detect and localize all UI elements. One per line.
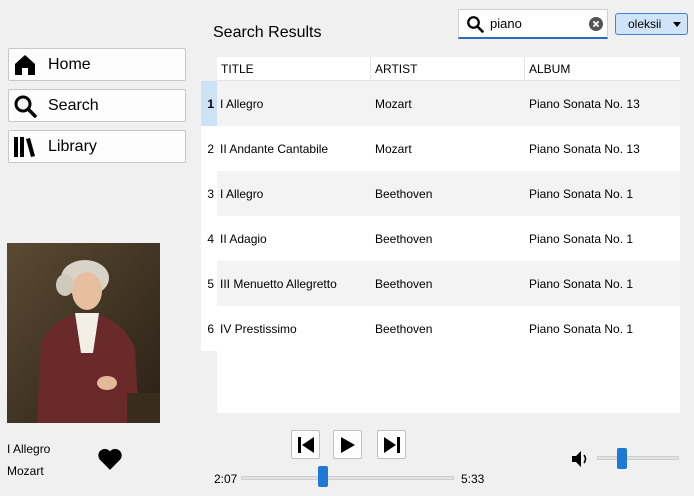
play-button[interactable] xyxy=(333,430,362,459)
row-number: 4 xyxy=(207,231,214,246)
nav-search-label: Search xyxy=(48,96,99,114)
search-icon xyxy=(12,93,38,119)
search-icon xyxy=(464,13,486,35)
row-number: 6 xyxy=(207,321,214,336)
skip-next-icon xyxy=(383,436,400,453)
previous-button[interactable] xyxy=(291,430,320,459)
cell-album: Piano Sonata No. 1 xyxy=(529,321,634,336)
nav-home-button[interactable]: Home xyxy=(8,48,186,81)
nav-home-label: Home xyxy=(48,55,91,73)
cell-title: III Menuetto Allegretto xyxy=(220,276,337,291)
cell-title: II Adagio xyxy=(220,231,267,246)
seek-handle[interactable] xyxy=(318,466,329,487)
row-number: 5 xyxy=(207,276,214,291)
nav-library-button[interactable]: Library xyxy=(8,130,186,163)
row-number: 1 xyxy=(201,81,217,126)
table-header: TITLE ARTIST ALBUM xyxy=(217,57,680,81)
cell-artist: Beethoven xyxy=(375,231,433,246)
table-row[interactable]: I Allegro Beethoven Piano Sonata No. 1 xyxy=(217,171,680,216)
volume-slider[interactable] xyxy=(597,456,679,460)
clear-search-icon[interactable] xyxy=(588,16,604,32)
next-button[interactable] xyxy=(377,430,406,459)
library-icon xyxy=(12,134,38,160)
volume-icon[interactable] xyxy=(571,450,591,468)
table-row[interactable]: III Menuetto Allegretto Beethoven Piano … xyxy=(217,261,680,306)
cell-album: Piano Sonata No. 1 xyxy=(529,276,634,291)
cell-album: Piano Sonata No. 1 xyxy=(529,186,634,201)
chevron-down-icon xyxy=(673,22,681,27)
skip-previous-icon xyxy=(297,436,314,453)
home-icon xyxy=(12,52,38,78)
cell-title: I Allegro xyxy=(220,96,264,111)
seek-slider[interactable] xyxy=(241,476,454,480)
row-number: 3 xyxy=(207,186,214,201)
results-table: TITLE ARTIST ALBUM 1 I Allegro Mozart Pi… xyxy=(201,57,680,413)
play-icon xyxy=(340,436,355,453)
total-time: 5:33 xyxy=(461,472,485,486)
column-header-artist[interactable]: ARTIST xyxy=(371,57,525,80)
user-name: oleksii xyxy=(628,17,662,31)
cell-artist: Mozart xyxy=(375,96,412,111)
cell-album: Piano Sonata No. 1 xyxy=(529,231,634,246)
cell-artist: Beethoven xyxy=(375,321,433,336)
user-dropdown[interactable]: oleksii xyxy=(615,13,688,35)
table-row[interactable]: II Andante Cantabile Mozart Piano Sonata… xyxy=(217,126,680,171)
row-number: 2 xyxy=(207,141,214,156)
nav-library-label: Library xyxy=(48,137,97,155)
cell-title: II Andante Cantabile xyxy=(220,141,329,156)
cell-title: I Allegro xyxy=(220,186,264,201)
volume-handle[interactable] xyxy=(617,448,628,469)
nav-search-button[interactable]: Search xyxy=(8,89,186,122)
search-input[interactable] xyxy=(490,16,584,31)
column-header-album[interactable]: ALBUM xyxy=(525,57,680,80)
now-playing-artist: Mozart xyxy=(7,464,44,478)
cell-album: Piano Sonata No. 13 xyxy=(529,96,640,111)
column-header-title[interactable]: TITLE xyxy=(217,57,371,80)
cell-artist: Beethoven xyxy=(375,186,433,201)
current-time: 2:07 xyxy=(214,472,238,486)
table-row[interactable]: I Allegro Mozart Piano Sonata No. 13 xyxy=(217,81,680,126)
now-playing-title: I Allegro xyxy=(7,442,51,456)
search-box[interactable] xyxy=(458,9,608,39)
page-title: Search Results xyxy=(213,24,322,41)
cell-title: IV Prestissimo xyxy=(220,321,297,336)
cell-artist: Beethoven xyxy=(375,276,433,291)
favorite-button[interactable] xyxy=(97,446,123,472)
cell-album: Piano Sonata No. 13 xyxy=(529,141,640,156)
heart-icon xyxy=(98,448,122,470)
cell-artist: Mozart xyxy=(375,141,412,156)
table-row[interactable]: IV Prestissimo Beethoven Piano Sonata No… xyxy=(217,306,680,351)
table-row[interactable]: II Adagio Beethoven Piano Sonata No. 1 xyxy=(217,216,680,261)
album-art xyxy=(7,243,160,423)
